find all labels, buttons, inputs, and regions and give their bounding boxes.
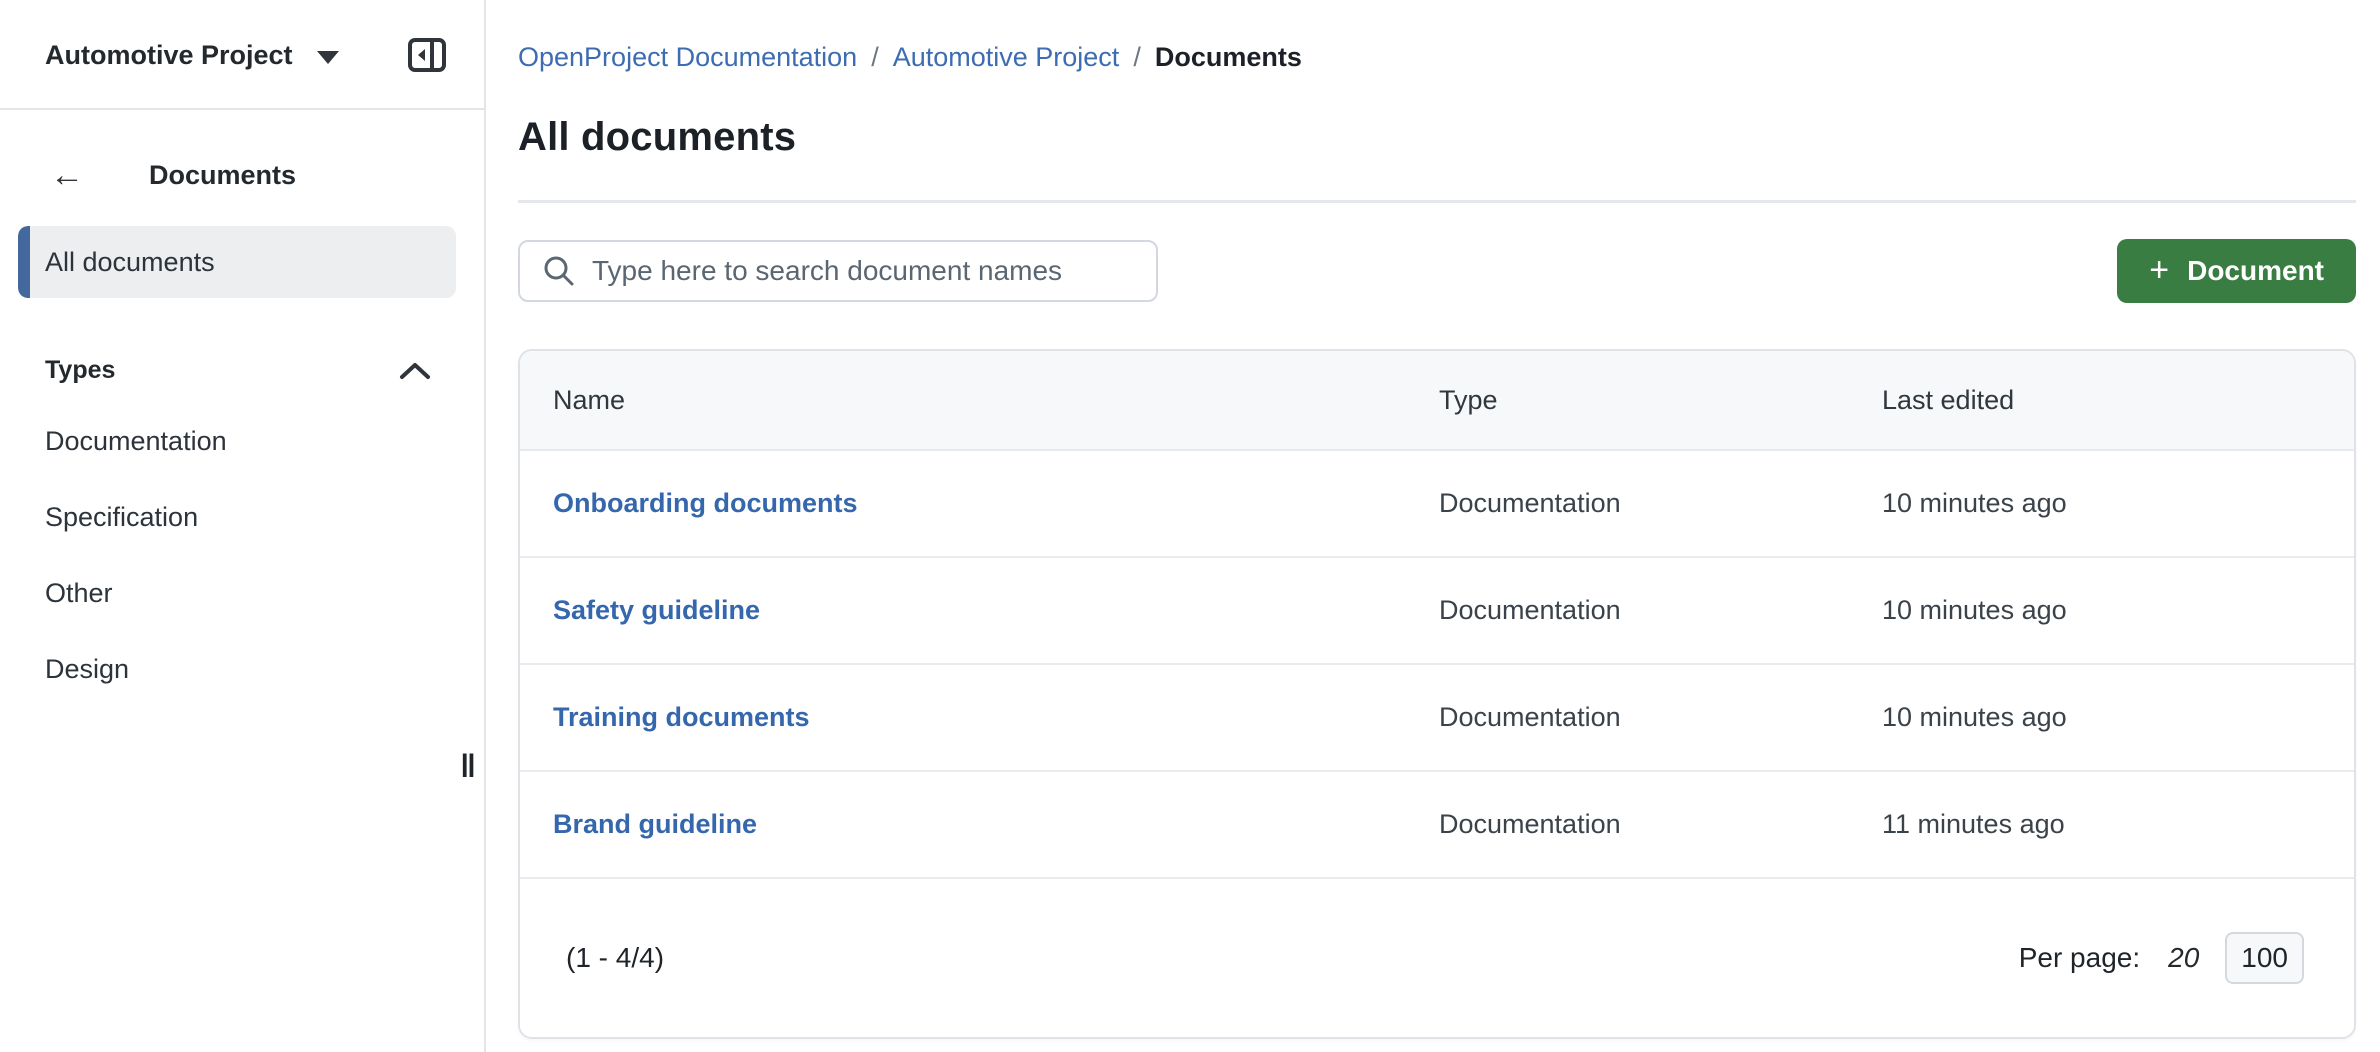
table-row: Brand guideline Documentation 11 minutes… — [520, 772, 2354, 879]
per-page-control: Per page: 20 100 — [2019, 932, 2304, 984]
add-document-button[interactable]: + Document — [2117, 239, 2356, 303]
selected-accent-bar — [18, 226, 30, 298]
column-header-name: Name — [553, 385, 1439, 416]
caret-down-icon — [317, 51, 339, 64]
collapse-sidebar-icon — [406, 34, 448, 76]
project-selector[interactable]: Automotive Project — [0, 0, 484, 76]
breadcrumb-separator: / — [1133, 42, 1141, 73]
table-header: Name Type Last edited — [520, 351, 2354, 451]
main-content: OpenProject Documentation / Automotive P… — [486, 0, 2380, 1052]
column-header-last-edited: Last edited — [1882, 385, 2354, 416]
breadcrumb-link-openproject-documentation[interactable]: OpenProject Documentation — [518, 42, 857, 73]
sidebar-item-label: All documents — [45, 247, 215, 278]
chevron-up-icon[interactable] — [398, 360, 432, 382]
document-type: Documentation — [1439, 702, 1882, 733]
types-header-label: Types — [45, 356, 115, 385]
collapse-sidebar-button[interactable] — [406, 34, 448, 76]
per-page-current-20: 20 — [2168, 942, 2199, 974]
sidebar: Automotive Project ← Documents All docum… — [0, 0, 486, 1052]
search-box[interactable] — [518, 240, 1158, 302]
project-name: Automotive Project — [45, 40, 293, 71]
document-last-edited: 11 minutes ago — [1882, 809, 2354, 840]
toolbar: + Document — [518, 239, 2356, 303]
pagination-range: (1 - 4/4) — [566, 942, 664, 974]
sidebar-item-all-documents[interactable]: All documents — [18, 226, 456, 298]
plus-icon: + — [2149, 253, 2169, 287]
document-link-training-documents[interactable]: Training documents — [553, 702, 1439, 733]
types-list: Documentation Specification Other Design — [0, 385, 484, 707]
documents-header: ← Documents — [0, 110, 484, 192]
document-link-onboarding-documents[interactable]: Onboarding documents — [553, 488, 1439, 519]
document-type: Documentation — [1439, 595, 1882, 626]
document-last-edited: 10 minutes ago — [1882, 702, 2354, 733]
table-footer: (1 - 4/4) Per page: 20 100 — [520, 879, 2354, 1037]
title-divider — [518, 200, 2356, 203]
document-type: Documentation — [1439, 488, 1882, 519]
breadcrumb-separator: / — [871, 42, 879, 73]
sidebar-resize-handle[interactable]: ‖ — [460, 748, 478, 785]
document-type: Documentation — [1439, 809, 1882, 840]
search-input[interactable] — [592, 255, 1136, 287]
page-title: All documents — [518, 115, 2356, 160]
table-row: Training documents Documentation 10 minu… — [520, 665, 2354, 772]
document-link-brand-guideline[interactable]: Brand guideline — [553, 809, 1439, 840]
sidebar-item-specification[interactable]: Specification — [0, 479, 484, 555]
sidebar-item-design[interactable]: Design — [0, 631, 484, 707]
types-section-header[interactable]: Types — [0, 298, 484, 385]
documents-table: Name Type Last edited Onboarding documen… — [518, 349, 2356, 1039]
table-row: Onboarding documents Documentation 10 mi… — [520, 451, 2354, 558]
breadcrumb: OpenProject Documentation / Automotive P… — [518, 30, 2356, 73]
documents-header-label: Documents — [149, 160, 296, 191]
add-document-button-label: Document — [2187, 255, 2324, 287]
breadcrumb-link-automotive-project[interactable]: Automotive Project — [893, 42, 1120, 73]
back-arrow-icon[interactable]: ← — [50, 158, 84, 192]
document-link-safety-guideline[interactable]: Safety guideline — [553, 595, 1439, 626]
document-last-edited: 10 minutes ago — [1882, 595, 2354, 626]
breadcrumb-current: Documents — [1155, 42, 1302, 73]
table-row: Safety guideline Documentation 10 minute… — [520, 558, 2354, 665]
search-icon — [542, 254, 576, 288]
column-header-type: Type — [1439, 385, 1882, 416]
sidebar-item-other[interactable]: Other — [0, 555, 484, 631]
document-last-edited: 10 minutes ago — [1882, 488, 2354, 519]
per-page-option-100[interactable]: 100 — [2225, 932, 2304, 984]
per-page-label: Per page: — [2019, 942, 2140, 974]
sidebar-item-documentation[interactable]: Documentation — [0, 403, 484, 479]
